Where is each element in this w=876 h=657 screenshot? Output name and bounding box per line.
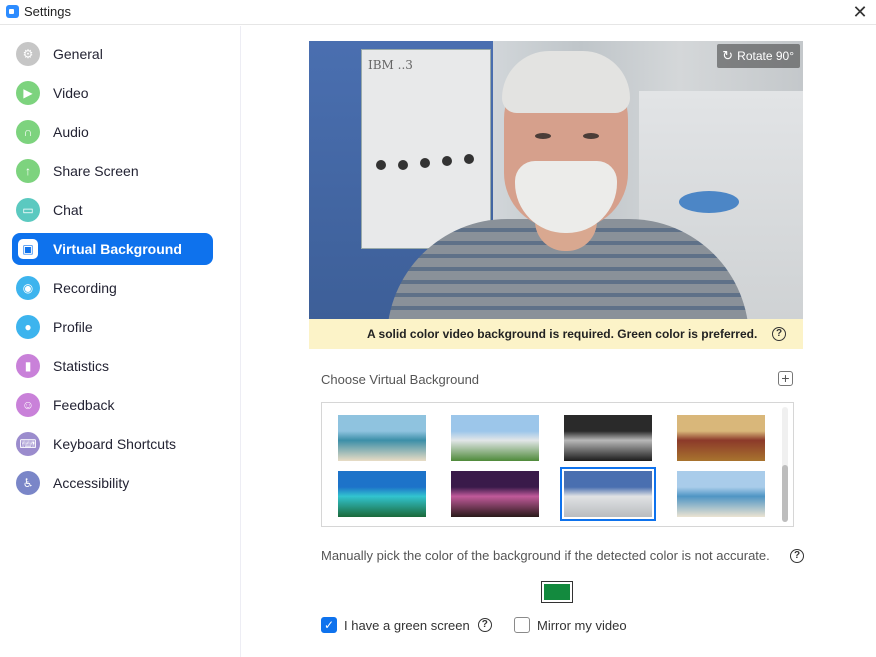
help-icon[interactable]: ? <box>790 549 804 563</box>
video-camera-icon: ▶ <box>16 81 40 105</box>
sidebar-item-statistics[interactable]: ▮ Statistics <box>12 350 213 382</box>
sidebar-item-virtual-background[interactable]: ▣ Virtual Background <box>12 233 213 265</box>
sidebar-item-share-screen[interactable]: ↑ Share Screen <box>12 155 213 187</box>
statistics-icon: ▮ <box>16 354 40 378</box>
selected-color-fill <box>544 584 570 600</box>
preview-knob <box>376 160 386 170</box>
accessibility-icon: ♿ <box>16 471 40 495</box>
mirror-video-label: Mirror my video <box>537 617 627 633</box>
background-thumbnail-tropical-lagoon[interactable] <box>338 471 426 517</box>
sidebar-item-label: Recording <box>53 280 117 296</box>
mirror-video-option[interactable]: Mirror my video <box>514 616 627 634</box>
sidebar-item-label: Audio <box>53 124 89 140</box>
scrollbar-thumb[interactable] <box>782 465 788 522</box>
title-bar: Settings ✕ <box>0 0 876 25</box>
sidebar-item-label: Keyboard Shortcuts <box>53 436 176 452</box>
settings-sidebar: ⚙ General ▶ Video ∩ Audio ↑ Share Screen ▭ Chat ▣ V… <box>0 26 241 657</box>
sidebar-item-label: Statistics <box>53 358 110 374</box>
video-preview: IBM ..3 ↻ Rotate 90° <box>309 41 803 319</box>
preview-person <box>387 41 749 319</box>
choose-background-title: Choose Virtual Background <box>321 372 480 387</box>
sidebar-item-label: Feedback <box>53 397 115 413</box>
virtual-background-panel: IBM ..3 ↻ Rotate 90° A solid color video … <box>242 26 876 657</box>
profile-icon: ● <box>16 315 40 339</box>
background-thumbnail-band-stage[interactable] <box>451 471 539 517</box>
keyboard-icon: ⌨ <box>16 432 40 456</box>
sidebar-item-accessibility[interactable]: ♿ Accessibility <box>12 467 213 499</box>
gear-icon: ⚙ <box>16 42 40 66</box>
preview-eye <box>535 133 551 139</box>
rotate-icon: ↻ <box>722 48 734 63</box>
preview-hair <box>502 51 630 113</box>
sidebar-item-label: Video <box>53 85 89 101</box>
window-title: Settings <box>24 4 71 19</box>
sidebar-item-label: Chat <box>53 202 83 218</box>
sidebar-item-keyboard-shortcuts[interactable]: ⌨ Keyboard Shortcuts <box>12 428 213 460</box>
background-color-picker[interactable] <box>541 581 573 603</box>
green-screen-option[interactable]: ✓ I have a green screen ? <box>321 616 492 634</box>
green-screen-warning: A solid color video background is requir… <box>309 319 803 349</box>
background-thumbnail-beach-shore[interactable] <box>338 415 426 461</box>
sidebar-item-audio[interactable]: ∩ Audio <box>12 116 213 148</box>
manual-color-text: Manually pick the color of the backgroun… <box>321 548 770 563</box>
sidebar-item-label: General <box>53 46 103 62</box>
headphones-icon: ∩ <box>16 120 40 144</box>
sidebar-item-label: Profile <box>53 319 93 335</box>
sidebar-item-label: Accessibility <box>53 475 130 491</box>
background-thumbnail-oval-office[interactable] <box>677 415 765 461</box>
sidebar-item-general[interactable]: ⚙ General <box>12 38 213 70</box>
sidebar-item-profile[interactable]: ● Profile <box>12 311 213 343</box>
zoom-logo-icon <box>6 5 19 18</box>
sidebar-item-video[interactable]: ▶ Video <box>12 77 213 109</box>
sidebar-item-recording[interactable]: ◉ Recording <box>12 272 213 304</box>
preview-eye <box>583 133 599 139</box>
rotate-label: Rotate 90° <box>737 49 794 63</box>
help-icon[interactable]: ? <box>477 618 492 632</box>
mirror-video-checkbox[interactable] <box>514 617 530 633</box>
background-thumbnail-list <box>321 402 794 527</box>
green-screen-checkbox[interactable]: ✓ <box>321 617 337 633</box>
add-background-button[interactable]: + <box>778 371 793 386</box>
background-thumbnail-ibm-computer-room[interactable] <box>560 467 656 521</box>
rotate-90-button[interactable]: ↻ Rotate 90° <box>717 44 800 68</box>
thumbnail-scrollbar[interactable] <box>782 407 788 522</box>
record-icon: ◉ <box>16 276 40 300</box>
share-screen-icon: ↑ <box>16 159 40 183</box>
background-thumbnail-lawn-building[interactable] <box>451 415 539 461</box>
sidebar-item-label: Share Screen <box>53 163 139 179</box>
sidebar-item-label: Virtual Background <box>53 241 182 257</box>
virtual-background-icon: ▣ <box>18 239 38 259</box>
warning-text: A solid color video background is requir… <box>367 327 758 341</box>
sidebar-item-feedback[interactable]: ☺ Feedback <box>12 389 213 421</box>
help-icon[interactable]: ? <box>772 327 786 341</box>
green-screen-label: I have a green screen <box>344 617 470 633</box>
background-thumbnail-crowded-beach[interactable] <box>677 471 765 517</box>
sidebar-item-chat[interactable]: ▭ Chat <box>12 194 213 226</box>
close-button[interactable]: ✕ <box>844 0 876 25</box>
feedback-icon: ☺ <box>16 393 40 417</box>
chat-bubble-icon: ▭ <box>16 198 40 222</box>
background-thumbnail-dark-classroom[interactable] <box>564 415 652 461</box>
